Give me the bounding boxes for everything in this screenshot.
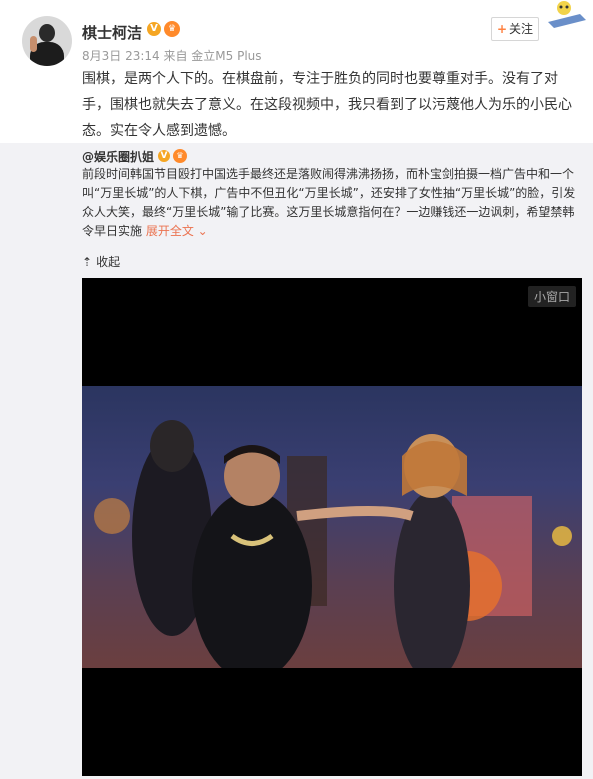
username[interactable]: 棋士柯洁: [82, 22, 142, 43]
collapse-button[interactable]: ⇡ 收起: [82, 253, 120, 270]
repost-author[interactable]: @娱乐圈扒姐: [82, 148, 154, 165]
video-player[interactable]: 小窗口: [82, 278, 582, 776]
repost-member-crown-icon: ♛: [173, 149, 187, 163]
chevron-down-icon: ⌄: [197, 224, 208, 238]
mini-window-button[interactable]: 小窗口: [527, 286, 576, 307]
corner-decoration: [540, 0, 590, 30]
verified-badge-icon: V: [147, 22, 161, 36]
arrow-up-icon: ⇡: [82, 255, 93, 269]
plus-icon: +: [496, 22, 508, 36]
weibo-post: 棋士柯洁 V ♛ 8月3日 23:14 来自 金立M5 Plus + 关注 围棋，…: [0, 0, 593, 779]
avatar[interactable]: [22, 16, 72, 66]
follow-label: 关注: [509, 22, 534, 36]
video-frame: [82, 386, 582, 668]
repost-text: 前段时间韩国节目殴打中国选手最终还是落败闹得沸沸扬扬，而朴宝剑拍摄一档广告中和一…: [82, 165, 582, 241]
expand-full-text-link[interactable]: 展开全文 ⌄: [146, 224, 208, 238]
follow-button[interactable]: + 关注: [491, 17, 539, 41]
repost-verified-badge-icon: V: [158, 150, 170, 162]
post-meta: 8月3日 23:14 来自 金立M5 Plus: [82, 49, 262, 63]
post-text: 围棋，是两个人下的。在棋盘前，专注于胜负的同时也要尊重对手。没有了对手，围棋也就…: [82, 71, 572, 139]
member-crown-icon: ♛: [164, 21, 180, 37]
